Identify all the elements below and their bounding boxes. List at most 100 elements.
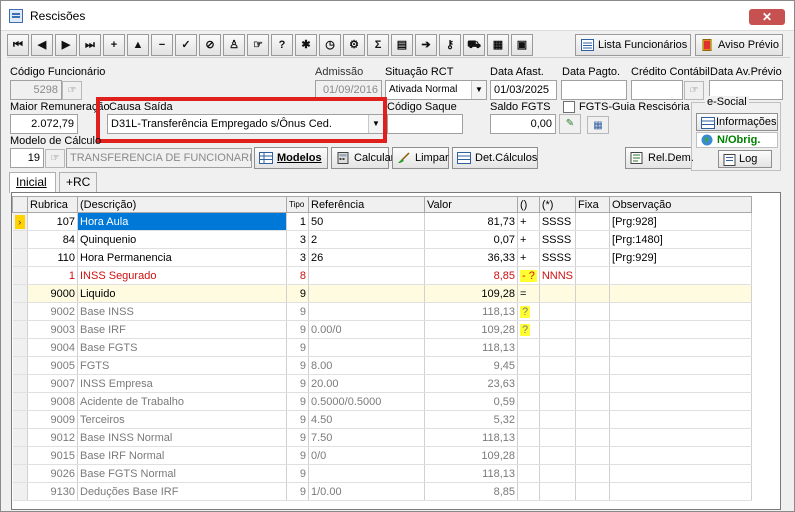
table-row[interactable]: 9004 Base FGTS 9 118,13: [12, 338, 753, 357]
observacao-cell[interactable]: [609, 302, 753, 321]
column-header[interactable]: Observação: [609, 196, 753, 213]
modelo-calculo-code-field[interactable]: 19: [10, 148, 44, 168]
sum-button[interactable]: Σ: [367, 34, 389, 56]
star-cell[interactable]: [539, 374, 577, 393]
table-row[interactable]: 9003 Base IRF 9 0.00/0 109,28?: [12, 320, 753, 339]
fixa-cell[interactable]: [575, 464, 611, 483]
codigo-saque-field[interactable]: [387, 114, 463, 134]
valor-cell[interactable]: 109,28: [424, 284, 518, 303]
star-cell[interactable]: NNNS: [539, 266, 577, 285]
valor-cell[interactable]: 81,73: [424, 212, 518, 231]
informacoes-button[interactable]: Informações: [696, 113, 778, 131]
row-indicator[interactable]: [12, 284, 28, 303]
sinal-cell[interactable]: +: [517, 248, 540, 267]
observacao-cell[interactable]: [609, 266, 753, 285]
observacao-cell[interactable]: [609, 284, 753, 303]
table-row[interactable]: 84 Quinquenio 3 2 0,07 + SSSS [Prg:1480]: [12, 230, 753, 249]
codigo-funcionario-field[interactable]: 5298: [10, 80, 62, 100]
descricao-cell[interactable]: Base IRF Normal: [77, 446, 287, 465]
sinal-cell[interactable]: ?: [517, 320, 540, 339]
star-cell[interactable]: [539, 428, 577, 447]
referencia-cell[interactable]: 4.50: [308, 410, 425, 429]
sinal-cell[interactable]: [517, 482, 540, 501]
saldo-fgts-calc-button[interactable]: ▦: [587, 116, 609, 134]
situacao-rct-select[interactable]: Ativada Normal ▼: [385, 80, 487, 100]
star-cell[interactable]: [539, 482, 577, 501]
sinal-cell[interactable]: [517, 374, 540, 393]
fixa-cell[interactable]: [575, 248, 611, 267]
referencia-cell[interactable]: 20.00: [308, 374, 425, 393]
observacao-cell[interactable]: [609, 410, 753, 429]
table-row[interactable]: 1 INSS Segurado 8 8,85- ? NNNS: [12, 266, 753, 285]
tools-button[interactable]: ✱: [295, 34, 317, 56]
valor-cell[interactable]: 109,28: [424, 446, 518, 465]
descricao-cell[interactable]: Hora Aula: [77, 212, 287, 231]
lookup-button[interactable]: ☞: [247, 34, 269, 56]
rubrica-cell[interactable]: 9000: [27, 284, 78, 303]
table-row[interactable]: › 107 Hora Aula 1 50 81,73 + SSSS [Prg:928]: [12, 212, 753, 231]
det-calculos-button[interactable]: Det.Cálculos: [452, 147, 538, 169]
row-indicator[interactable]: [12, 464, 28, 483]
calendar-button[interactable]: ▦: [487, 34, 509, 56]
observacao-cell[interactable]: [Prg:928]: [609, 212, 753, 231]
limpar-button[interactable]: Limpar: [392, 147, 449, 169]
fgts-guia-checkbox[interactable]: [563, 101, 575, 113]
rubrica-cell[interactable]: 9002: [27, 302, 78, 321]
aviso-previo-button[interactable]: Aviso Prévio: [695, 34, 783, 56]
fixa-cell[interactable]: [575, 266, 611, 285]
rubricas-grid[interactable]: Rubrica (Descrição) Tipo Referência Valo…: [11, 192, 781, 510]
descricao-cell[interactable]: Deduções Base IRF: [77, 482, 287, 501]
rubrica-cell[interactable]: 9003: [27, 320, 78, 339]
truck-button[interactable]: ⛟: [463, 34, 485, 56]
referencia-cell[interactable]: 0.00/0: [308, 320, 425, 339]
tipo-cell[interactable]: 9: [286, 302, 309, 321]
tipo-cell[interactable]: 9: [286, 392, 309, 411]
sinal-cell[interactable]: =: [517, 284, 540, 303]
descricao-cell[interactable]: FGTS: [77, 356, 287, 375]
confirm-button[interactable]: ✓: [175, 34, 197, 56]
rubrica-cell[interactable]: 9012: [27, 428, 78, 447]
descricao-cell[interactable]: Base INSS: [77, 302, 287, 321]
referencia-cell[interactable]: 7.50: [308, 428, 425, 447]
valor-cell[interactable]: 8,85: [424, 266, 518, 285]
close-button[interactable]: ✕: [749, 9, 785, 25]
tipo-cell[interactable]: 3: [286, 248, 309, 267]
valor-cell[interactable]: 0,59: [424, 392, 518, 411]
referencia-cell[interactable]: 0.5000/0.5000: [308, 392, 425, 411]
sinal-cell[interactable]: +: [517, 230, 540, 249]
fixa-cell[interactable]: [575, 482, 611, 501]
valor-cell[interactable]: 36,33: [424, 248, 518, 267]
data-pagto-field[interactable]: [561, 80, 627, 100]
fixa-cell[interactable]: [575, 338, 611, 357]
star-cell[interactable]: [539, 338, 577, 357]
fixa-cell[interactable]: [575, 446, 611, 465]
row-indicator[interactable]: [12, 482, 28, 501]
first-record-button[interactable]: ⏮: [7, 34, 29, 56]
chevron-down-icon[interactable]: ▼: [471, 81, 486, 99]
valor-cell[interactable]: 118,13: [424, 302, 518, 321]
row-indicator[interactable]: [12, 248, 28, 267]
descricao-cell[interactable]: Hora Permanencia: [77, 248, 287, 267]
tipo-cell[interactable]: 9: [286, 284, 309, 303]
descricao-cell[interactable]: Acidente de Trabalho: [77, 392, 287, 411]
column-header[interactable]: Rubrica: [27, 196, 78, 213]
valor-cell[interactable]: 23,63: [424, 374, 518, 393]
tab-inicial[interactable]: Inicial: [9, 172, 56, 193]
tipo-cell[interactable]: 8: [286, 266, 309, 285]
referencia-cell[interactable]: [308, 464, 425, 483]
row-indicator[interactable]: ›: [12, 212, 28, 231]
sinal-cell[interactable]: [517, 446, 540, 465]
key-button[interactable]: ⚷: [439, 34, 461, 56]
print-button[interactable]: ♙: [223, 34, 245, 56]
fixa-cell[interactable]: [575, 410, 611, 429]
help-button[interactable]: ?: [271, 34, 293, 56]
sinal-cell[interactable]: [517, 464, 540, 483]
row-indicator[interactable]: [12, 446, 28, 465]
codigo-funcionario-lookup-button[interactable]: ☞: [62, 81, 82, 100]
star-cell[interactable]: SSSS: [539, 212, 577, 231]
row-indicator[interactable]: [12, 338, 28, 357]
rel-dem-button[interactable]: Rel.Dem.: [625, 147, 694, 169]
modelo-calculo-lookup-button[interactable]: ☞: [45, 149, 65, 168]
table-row[interactable]: 9012 Base INSS Normal 9 7.50 118,13: [12, 428, 753, 447]
sinal-cell[interactable]: +: [517, 212, 540, 231]
